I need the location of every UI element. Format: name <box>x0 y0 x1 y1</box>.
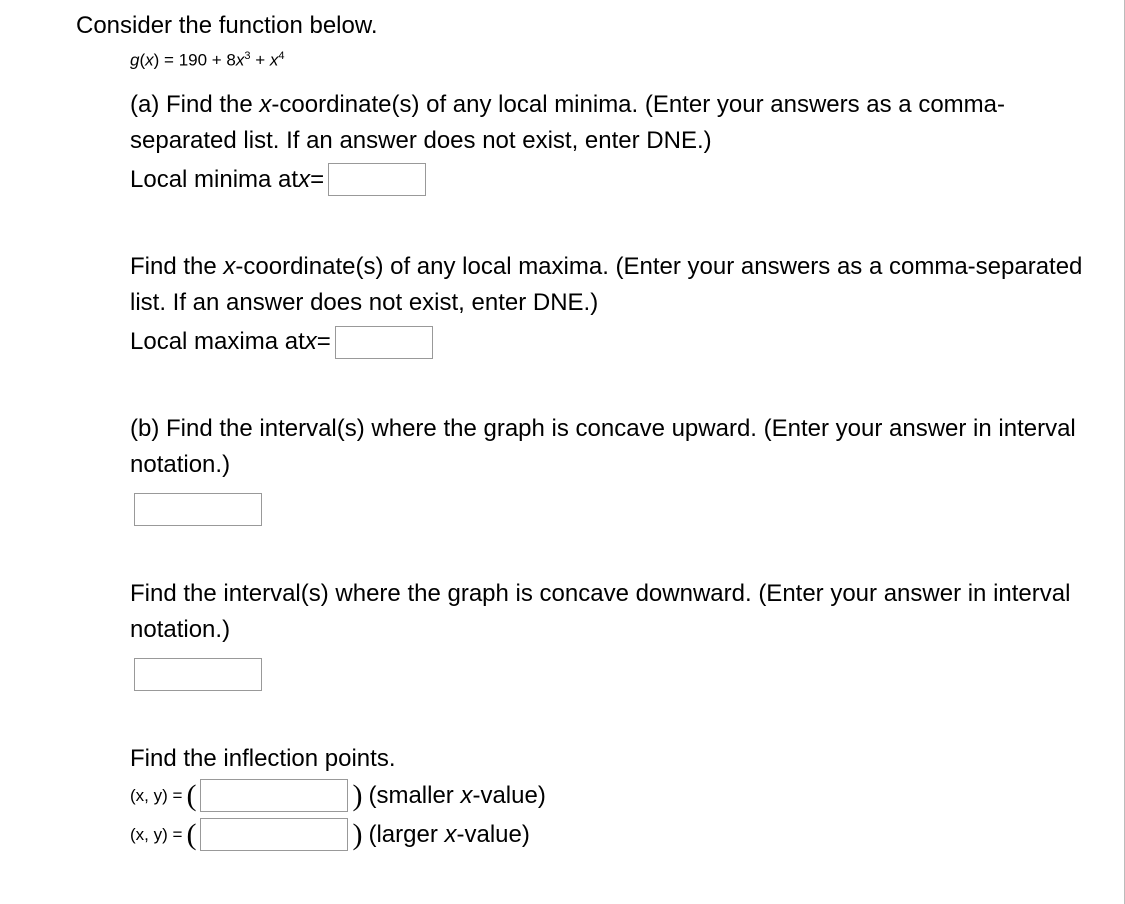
xy-label-1: (x, y) = <box>130 786 182 806</box>
inflection-point-2-input[interactable] <box>200 818 348 851</box>
fn-term3-exp: 4 <box>278 50 284 62</box>
function-definition: g(x) = 190 + 8x3 + x4 <box>130 50 1084 71</box>
fn-term1: 190 + 8 <box>179 51 236 70</box>
maxima-label-eq: = <box>317 323 331 361</box>
minima-answer-line: Local minima at x = <box>130 161 1084 199</box>
local-maxima-input[interactable] <box>335 326 433 359</box>
part-a-maxima-text: Find the x-coordinate(s) of any local ma… <box>130 249 1084 321</box>
smaller-note: (smaller x-value) <box>368 782 545 810</box>
inflection-row-2: (x, y) = ( ) (larger x-value) <box>130 818 1084 851</box>
inflection-row-1: (x, y) = ( ) (smaller x-value) <box>130 779 1084 812</box>
inflection-point-1-input[interactable] <box>200 779 348 812</box>
concave-up-input[interactable] <box>134 493 262 526</box>
big-paren-open-2: ( <box>186 820 196 850</box>
minima-text-1: (a) Find the <box>130 91 259 118</box>
big-paren-open-1: ( <box>186 781 196 811</box>
fn-plus: + <box>251 51 270 70</box>
part-b-concave-down-text: Find the interval(s) where the graph is … <box>130 576 1084 648</box>
fn-arg: x <box>145 51 154 70</box>
xy-label-2: (x, y) = <box>130 825 182 845</box>
maxima-var: x <box>223 253 235 280</box>
maxima-text-1: Find the <box>130 253 223 280</box>
minima-label-1: Local minima at <box>130 161 298 199</box>
part-a-minima-text: (a) Find the x-coordinate(s) of any loca… <box>130 87 1084 159</box>
local-minima-input[interactable] <box>328 163 426 196</box>
maxima-text-2: -coordinate(s) of any local maxima. (Ent… <box>130 253 1082 316</box>
part-b-concave-up-text: (b) Find the interval(s) where the graph… <box>130 411 1084 483</box>
maxima-label-1: Local maxima at <box>130 323 305 361</box>
fn-eq: = <box>159 51 178 70</box>
question-container: Consider the function below. g(x) = 190 … <box>0 0 1125 904</box>
larger-note: (larger x-value) <box>368 821 529 849</box>
intro-text: Consider the function below. <box>76 12 1084 40</box>
big-paren-close-2: ) <box>352 820 362 850</box>
maxima-answer-line: Local maxima at x = <box>130 323 1084 361</box>
inflection-heading: Find the inflection points. <box>130 741 1084 777</box>
minima-label-eq: = <box>310 161 324 199</box>
minima-label-var: x <box>298 161 310 199</box>
concave-down-input[interactable] <box>134 658 262 691</box>
maxima-label-var: x <box>305 323 317 361</box>
big-paren-close-1: ) <box>352 781 362 811</box>
minima-var: x <box>259 91 271 118</box>
question-content: g(x) = 190 + 8x3 + x4 (a) Find the x-coo… <box>130 50 1084 851</box>
